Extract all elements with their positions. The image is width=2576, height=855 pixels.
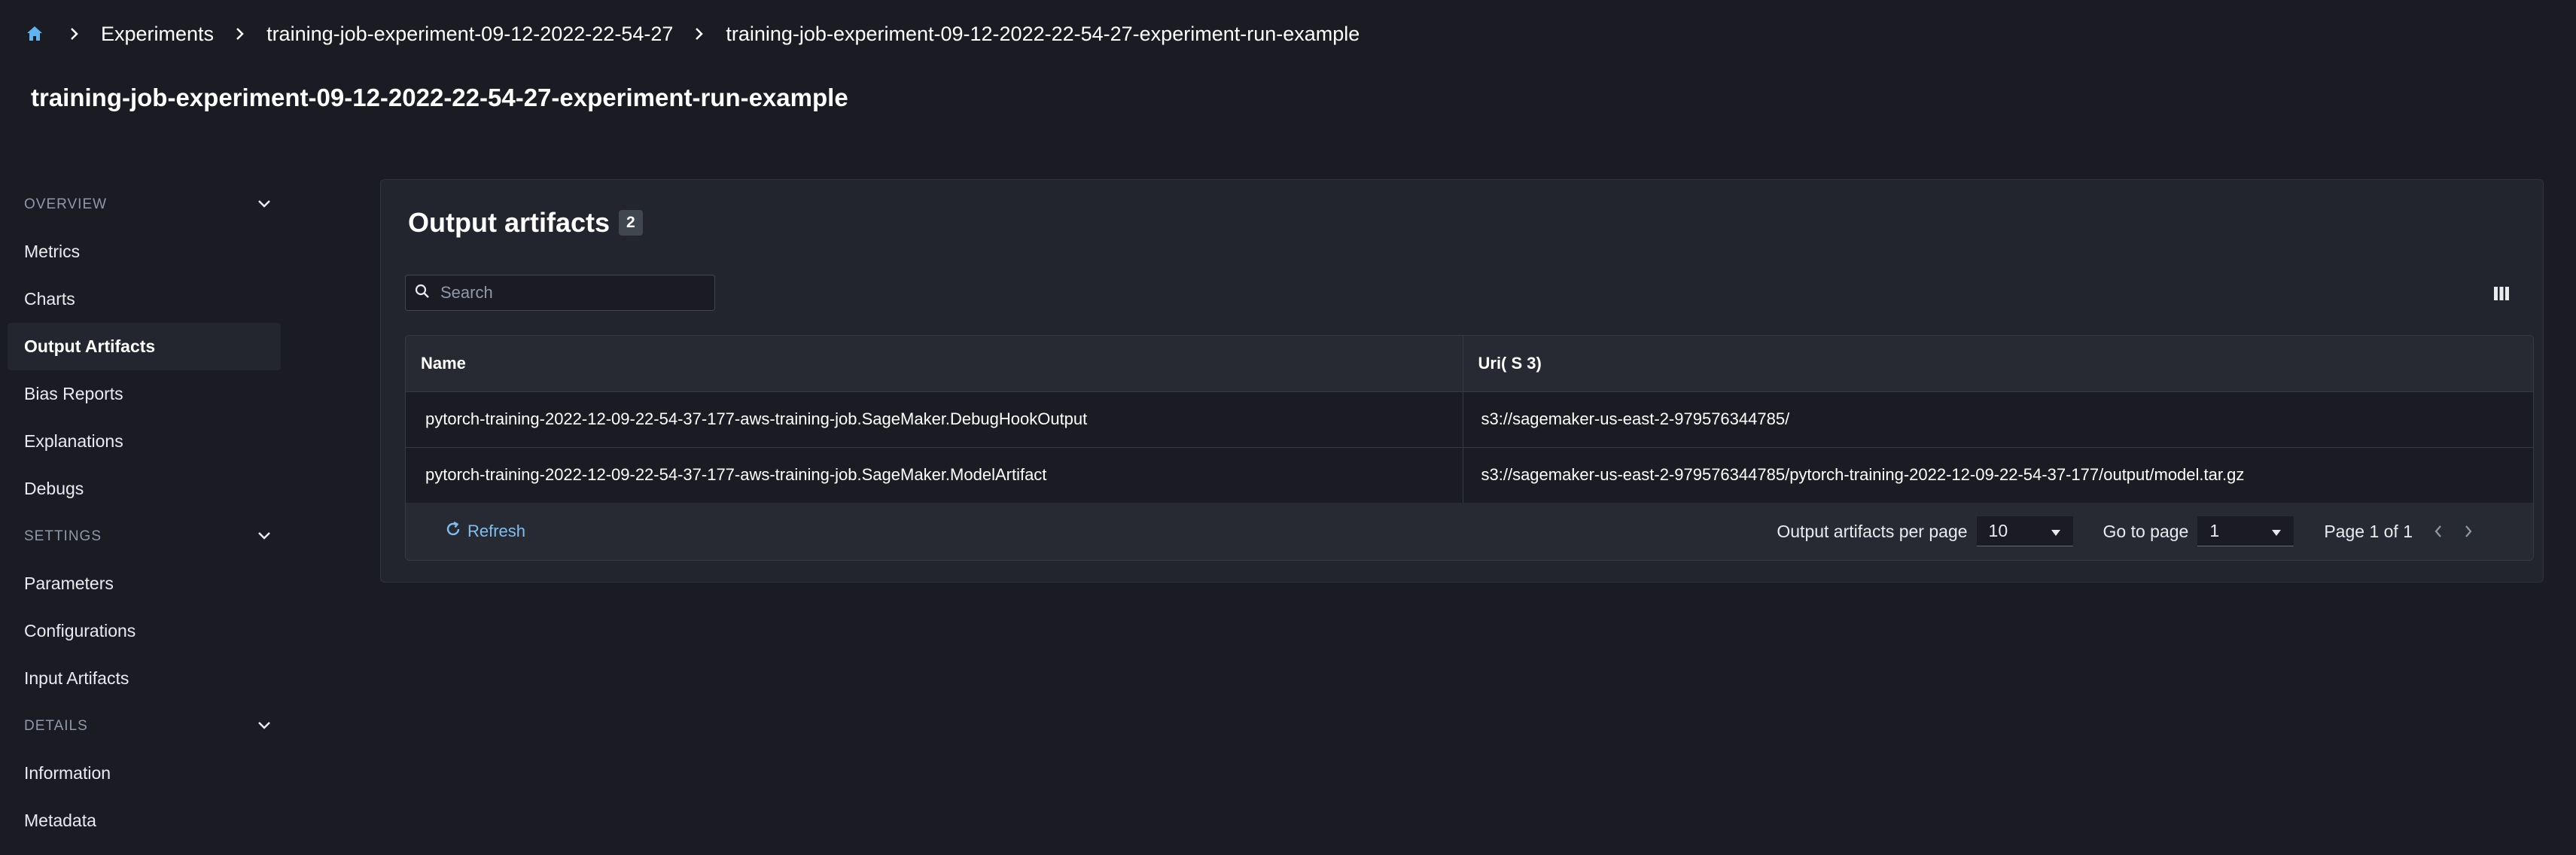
section-label: SETTINGS <box>24 528 102 544</box>
chevron-right-icon <box>69 27 80 41</box>
sidebar-item-metadata[interactable]: Metadata <box>0 797 286 844</box>
chevron-right-icon <box>235 27 245 41</box>
column-header-uri[interactable]: Uri( S 3) <box>1463 336 2533 392</box>
refresh-button[interactable]: Refresh <box>445 521 525 542</box>
chevron-right-icon <box>694 27 705 41</box>
panel-header: Output artifacts 2 <box>408 207 643 239</box>
goto-page-select[interactable]: 1 <box>2197 516 2294 546</box>
sidebar-item-explanations[interactable]: Explanations <box>0 418 286 465</box>
section-details-header[interactable]: DETAILS <box>0 702 286 750</box>
section-label: DETAILS <box>24 717 88 734</box>
per-page-select[interactable]: 10 <box>1976 516 2073 546</box>
chevron-down-icon <box>257 718 271 735</box>
side-navigation: OVERVIEW Metrics Charts Output Artifacts… <box>0 181 286 844</box>
column-header-name[interactable]: Name <box>406 336 1463 392</box>
previous-page-icon[interactable] <box>2434 525 2443 538</box>
goto-page-value: 1 <box>2209 521 2220 540</box>
search-input[interactable] <box>440 283 696 303</box>
search-icon <box>415 284 430 303</box>
sidebar-item-charts[interactable]: Charts <box>0 275 286 323</box>
home-icon[interactable] <box>26 25 44 43</box>
section-label: OVERVIEW <box>24 196 108 212</box>
per-page-value: 10 <box>1988 521 2008 540</box>
page-title: training-job-experiment-09-12-2022-22-54… <box>31 84 848 111</box>
breadcrumb: Experiments training-job-experiment-09-1… <box>26 19 1360 49</box>
column-preferences-icon[interactable] <box>2490 282 2513 305</box>
refresh-icon <box>445 521 467 542</box>
table-footer: Refresh Output artifacts per page 10 Go … <box>406 503 2533 560</box>
artifact-name-cell: pytorch-training-2022-12-09-22-54-37-177… <box>406 391 1463 448</box>
breadcrumb-run: training-job-experiment-09-12-2022-22-54… <box>726 22 1360 45</box>
search-field[interactable] <box>405 275 715 311</box>
sidebar-item-information[interactable]: Information <box>0 750 286 797</box>
caret-down-icon <box>2271 521 2282 541</box>
panel-title: Output artifacts <box>408 207 611 238</box>
output-artifacts-panel: Output artifacts 2 Name Uri( S 3) pytorc… <box>380 179 2544 583</box>
chevron-down-icon <box>257 196 271 213</box>
sidebar-item-input-artifacts[interactable]: Input Artifacts <box>0 655 286 702</box>
section-overview-header[interactable]: OVERVIEW <box>0 181 286 228</box>
breadcrumb-experiments[interactable]: Experiments <box>101 23 214 46</box>
page-info: Page 1 of 1 <box>2324 521 2413 541</box>
count-badge: 2 <box>619 210 643 236</box>
sidebar-item-output-artifacts[interactable]: Output Artifacts <box>8 323 281 370</box>
chevron-down-icon <box>257 528 271 545</box>
next-page-icon[interactable] <box>2464 525 2473 538</box>
caret-down-icon <box>2051 521 2061 541</box>
table-row: pytorch-training-2022-12-09-22-54-37-177… <box>406 391 2533 448</box>
table-row: pytorch-training-2022-12-09-22-54-37-177… <box>406 447 2533 504</box>
sidebar-item-parameters[interactable]: Parameters <box>0 560 286 607</box>
goto-page-label: Go to page <box>2103 521 2189 541</box>
artifact-uri-cell: s3://sagemaker-us-east-2-979576344785/ <box>1463 391 2533 448</box>
artifacts-table: Name Uri( S 3) pytorch-training-2022-12-… <box>405 335 2534 561</box>
sidebar-item-configurations[interactable]: Configurations <box>0 607 286 655</box>
artifact-uri-cell: s3://sagemaker-us-east-2-979576344785/py… <box>1463 447 2533 504</box>
artifact-name-cell: pytorch-training-2022-12-09-22-54-37-177… <box>406 447 1463 504</box>
section-settings-header[interactable]: SETTINGS <box>0 513 286 560</box>
breadcrumb-experiment[interactable]: training-job-experiment-09-12-2022-22-54… <box>266 23 673 46</box>
sidebar-item-metrics[interactable]: Metrics <box>0 228 286 275</box>
refresh-label: Refresh <box>467 522 526 540</box>
sidebar-item-debugs[interactable]: Debugs <box>0 465 286 513</box>
sidebar-item-bias-reports[interactable]: Bias Reports <box>0 370 286 418</box>
per-page-label: Output artifacts per page <box>1777 521 1968 541</box>
pagination: Output artifacts per page 10 Go to page … <box>1777 516 2473 546</box>
table-header-row: Name Uri( S 3) <box>406 336 2533 392</box>
